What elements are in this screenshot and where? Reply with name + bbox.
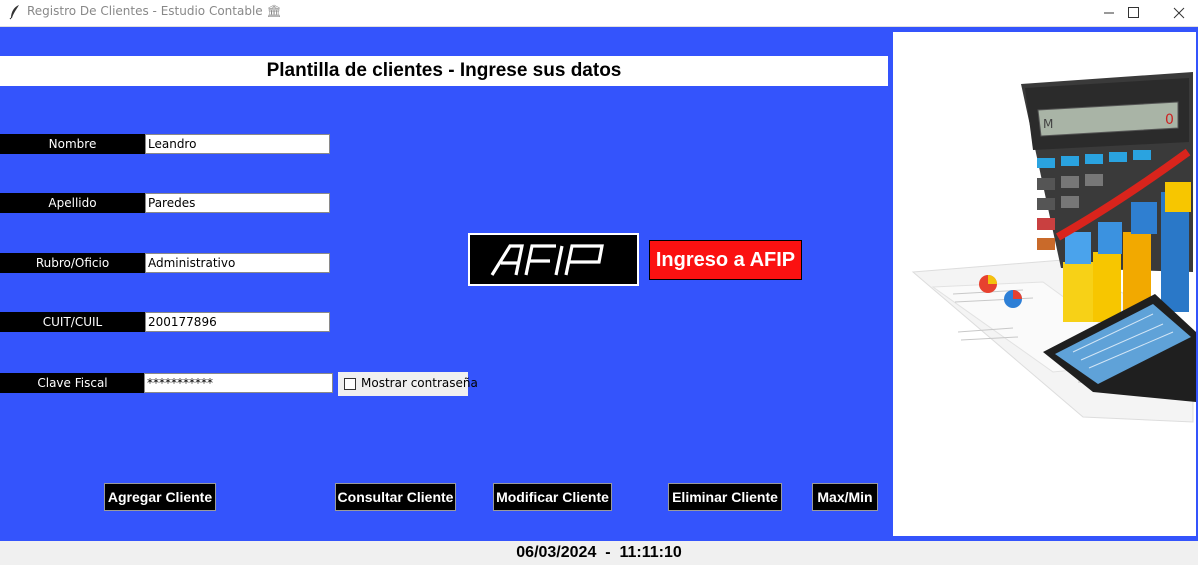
close-button[interactable] — [1156, 0, 1198, 26]
svg-text:M: M — [1043, 117, 1053, 131]
show-password-checkbox[interactable]: Mostrar contraseña — [338, 372, 478, 396]
maxmin-button[interactable]: Max/Min — [812, 483, 878, 511]
label-nombre: Nombre — [0, 134, 145, 154]
show-password-label: Mostrar contraseña — [361, 376, 478, 390]
calculator-illustration: M 0 — [911, 72, 1196, 423]
add-client-button[interactable]: Agregar Cliente — [104, 483, 216, 511]
datetime-label: 06/03/2024 - 11:11:10 — [516, 544, 682, 561]
main-panel: Plantilla de clientes - Ingrese sus dato… — [0, 27, 1198, 541]
maximize-button[interactable] — [1110, 0, 1156, 26]
delete-client-button[interactable]: Eliminar Cliente — [668, 483, 782, 511]
maximize-icon — [1128, 7, 1139, 18]
rubro-input[interactable]: Administrativo — [145, 253, 330, 273]
page-title: Plantilla de clientes - Ingrese sus dato… — [266, 60, 622, 81]
label-rubro: Rubro/Oficio — [0, 253, 145, 273]
status-bar: 06/03/2024 - 11:11:10 — [0, 541, 1198, 564]
checkbox-box[interactable] — [344, 378, 356, 390]
apellido-input[interactable]: Paredes — [145, 193, 330, 213]
label-clave-fiscal: Clave Fiscal — [0, 373, 145, 393]
query-client-button[interactable]: Consultar Cliente — [335, 483, 456, 511]
window-titlebar: Registro De Clientes - Estudio Contable … — [0, 0, 1198, 27]
header-banner: Plantilla de clientes - Ingrese sus dato… — [0, 56, 888, 86]
label-apellido: Apellido — [0, 193, 145, 213]
window-title: Registro De Clientes - Estudio Contable … — [27, 4, 282, 18]
clave-fiscal-input[interactable]: *********** — [144, 373, 333, 393]
afip-login-button[interactable]: Ingreso a AFIP — [649, 240, 802, 280]
calculator-image: M 0 — [893, 32, 1196, 536]
nombre-input[interactable]: Leandro — [145, 134, 330, 154]
modify-client-button[interactable]: Modificar Cliente — [493, 483, 612, 511]
afip-logo-graphic — [490, 244, 604, 276]
cuit-input[interactable]: 200177896 — [145, 312, 330, 332]
svg-text:0: 0 — [1165, 112, 1174, 128]
close-icon — [1173, 7, 1185, 19]
afip-logo — [468, 233, 639, 286]
feather-icon — [8, 4, 22, 20]
label-cuit: CUIT/CUIL — [0, 312, 145, 332]
